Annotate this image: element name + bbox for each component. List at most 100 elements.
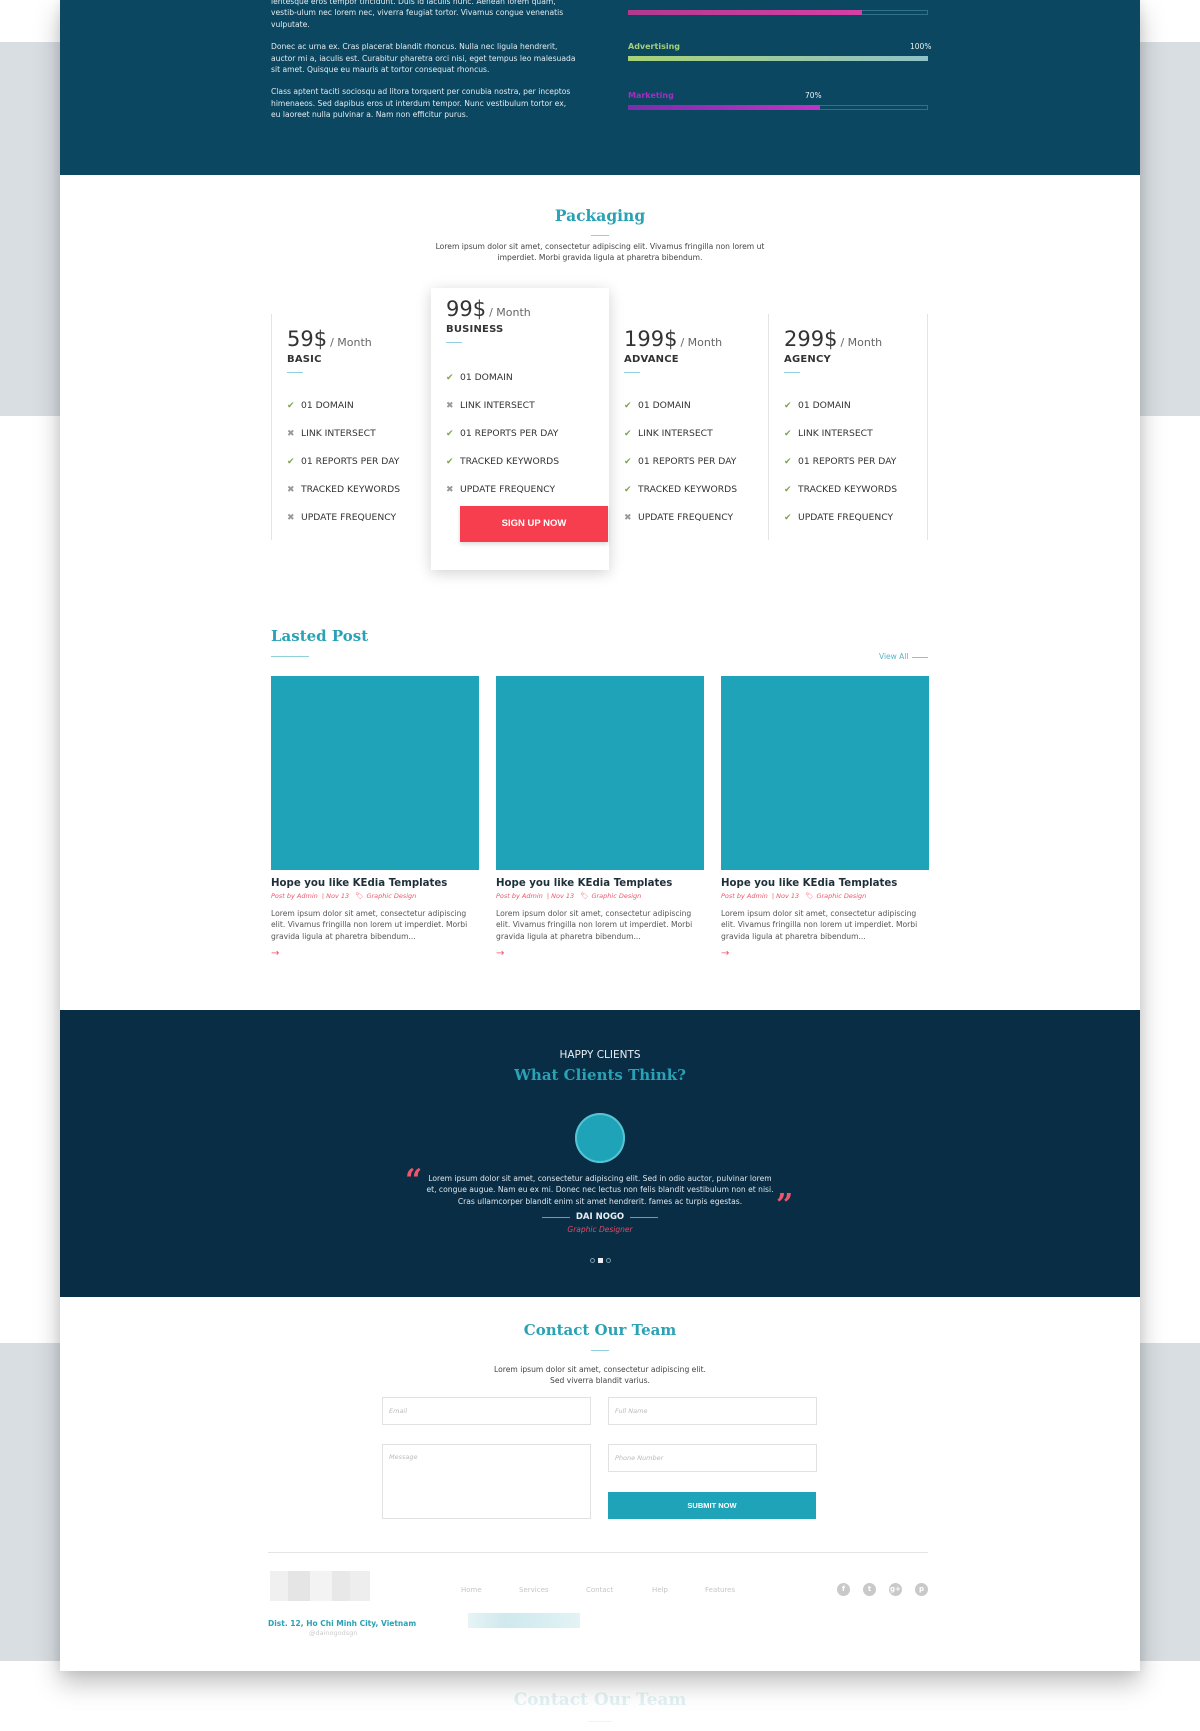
post-date: Nov 13: [551, 892, 575, 900]
plan-rule: [624, 372, 640, 373]
read-more-arrow-icon[interactable]: →: [721, 948, 929, 959]
footer-nav-home[interactable]: Home: [461, 1586, 482, 1594]
testimonials-kicker: HAPPY CLIENTS: [559, 1049, 641, 1061]
sign-up-button[interactable]: SIGN UP NOW: [460, 506, 608, 542]
plan-feature: ✔ 01 DOMAIN: [287, 400, 354, 411]
plan-feature: ✔ UPDATE FREQUENCY: [784, 512, 893, 523]
plan-feature-label: TRACKED KEYWORDS: [638, 484, 738, 495]
plan-feature: ✖ UPDATE FREQUENCY: [287, 512, 396, 523]
plan-feature-label: TRACKED KEYWORDS: [460, 456, 560, 467]
plan-feature: ✔ 01 REPORTS PER DAY: [446, 428, 558, 439]
plan-feature: ✔ 01 REPORTS PER DAY: [287, 456, 399, 467]
skill-bar-track: [628, 105, 928, 110]
slider-dot[interactable]: [606, 1258, 611, 1263]
plan-feature-label: 01 REPORTS PER DAY: [301, 456, 400, 467]
title-rule: [591, 235, 609, 236]
view-all-link[interactable]: View All: [879, 652, 908, 661]
footer-nav-services[interactable]: Services: [519, 1586, 549, 1594]
post-category[interactable]: Graphic Design: [366, 892, 416, 900]
pricing-plan-business: 99$ / Month BUSINESS ✔ 01 DOMAIN ✖ LINK INT…: [431, 288, 609, 570]
post-excerpt: Lorem ipsum dolor sit amet, consectetur …: [271, 909, 468, 941]
post-date: Nov 13: [776, 892, 800, 900]
post-card[interactable]: Hope you like KEdia Templates Post by Ad…: [721, 676, 929, 959]
slider-dot[interactable]: [598, 1258, 603, 1263]
check-icon: ✔: [446, 457, 454, 467]
google-plus-icon[interactable]: g+: [889, 1583, 902, 1596]
pinterest-icon[interactable]: p: [915, 1583, 928, 1596]
post-image[interactable]: [496, 676, 704, 870]
check-icon: ✔: [784, 429, 792, 439]
packaging-title: Packaging: [554, 206, 646, 225]
skill-bar-value: 70%: [805, 91, 822, 100]
post-excerpt: Lorem ipsum dolor sit amet, consectetur …: [721, 909, 918, 941]
footer-nav-contact[interactable]: Contact: [586, 1586, 613, 1594]
post-date: Nov 13: [326, 892, 350, 900]
footer-divider: [268, 1552, 928, 1553]
plan-price: 99$ / Month: [446, 297, 531, 321]
plan-feature: ✔ 01 REPORTS PER DAY: [624, 456, 736, 467]
twitter-icon[interactable]: t: [863, 1583, 876, 1596]
skill-bar-fill: [628, 10, 862, 15]
plan-feature: ✖ UPDATE FREQUENCY: [624, 512, 733, 523]
post-author[interactable]: Post by Admin: [271, 892, 318, 900]
plan-price-amount: 59$: [287, 327, 328, 351]
about-text: lentesque eros tempor tincidunt. Duis id…: [271, 0, 576, 132]
plan-feature: ✔ TRACKED KEYWORDS: [446, 456, 559, 467]
check-icon: ✔: [784, 457, 792, 467]
post-author[interactable]: Post by Admin: [496, 892, 543, 900]
title-rule: [591, 1350, 609, 1351]
post-card[interactable]: Hope you like KEdia Templates Post by Ad…: [271, 676, 479, 959]
post-category[interactable]: Graphic Design: [591, 892, 641, 900]
post-image[interactable]: [721, 676, 929, 870]
cross-icon: ✖: [446, 401, 454, 411]
post-category[interactable]: Graphic Design: [816, 892, 866, 900]
skill-bar-track: [628, 10, 928, 15]
post-title[interactable]: Hope you like KEdia Templates: [271, 878, 479, 889]
plan-price: 199$ / Month: [624, 327, 722, 351]
post-author[interactable]: Post by Admin: [721, 892, 768, 900]
post-title[interactable]: Hope you like KEdia Templates: [496, 878, 704, 889]
plan-feature: ✔ TRACKED KEYWORDS: [624, 484, 737, 495]
description-line: Lorem ipsum dolor sit amet, consectetur …: [435, 242, 765, 251]
plan-feature-label: LINK INTERSECT: [460, 400, 535, 411]
about-paragraph: Class aptent taciti sociosqu ad litora t…: [271, 87, 571, 120]
post-meta: Post by Admin | Nov 13 🏷 Graphic Design: [271, 892, 417, 900]
about-paragraph: Donec ac urna ex. Cras placerat blandit …: [271, 42, 576, 75]
pricing-plan-agency: 299$ / Month AGENCY ✔ 01 DOMAIN ✔ LINK INTE…: [768, 314, 928, 540]
full-name-field[interactable]: [608, 1397, 817, 1425]
check-icon: ✔: [784, 485, 792, 495]
post-image[interactable]: [271, 676, 479, 870]
post-title[interactable]: Hope you like KEdia Templates: [721, 878, 929, 889]
pricing-plan-basic: 59$ / Month BASIC ✔ 01 DOMAIN ✖ LINK INTERS…: [271, 314, 431, 540]
email-field[interactable]: [382, 1397, 591, 1425]
slider-dot[interactable]: [590, 1258, 595, 1263]
about-paragraph: lentesque eros tempor tincidunt. Duis id…: [271, 0, 564, 29]
cross-icon: ✖: [446, 485, 454, 495]
phone-number-field[interactable]: [608, 1444, 817, 1472]
skill-bar-label: Advertising: [628, 42, 680, 51]
plan-feature-label: UPDATE FREQUENCY: [638, 512, 734, 523]
ghost-section-title: Contact Our Team: [513, 1690, 687, 1710]
plan-period: / Month: [330, 336, 372, 349]
plan-feature-label: TRACKED KEYWORDS: [798, 484, 898, 495]
check-icon: ✔: [784, 513, 792, 523]
message-field[interactable]: [382, 1444, 591, 1519]
check-icon: ✔: [624, 401, 632, 411]
read-more-arrow-icon[interactable]: →: [496, 948, 704, 959]
tag-icon: 🏷: [805, 892, 814, 900]
cross-icon: ✖: [624, 513, 632, 523]
read-more-arrow-icon[interactable]: →: [271, 948, 479, 959]
plan-rule: [446, 342, 462, 343]
packaging-description: Lorem ipsum dolor sit amet, consectetur …: [360, 241, 840, 263]
plan-feature-label: LINK INTERSECT: [301, 428, 376, 439]
submit-button[interactable]: SUBMIT NOW: [608, 1492, 816, 1519]
footer-handle: @dainogodsgn: [309, 1629, 358, 1637]
footer-nav-help[interactable]: Help: [652, 1586, 668, 1594]
facebook-icon[interactable]: f: [837, 1583, 850, 1596]
plan-price-amount: 199$: [624, 327, 678, 351]
footer-logo[interactable]: [270, 1571, 370, 1601]
footer-nav-features[interactable]: Features: [705, 1586, 735, 1594]
plan-rule: [287, 372, 303, 373]
post-card[interactable]: Hope you like KEdia Templates Post by Ad…: [496, 676, 704, 959]
tag-icon: 🏷: [580, 892, 589, 900]
